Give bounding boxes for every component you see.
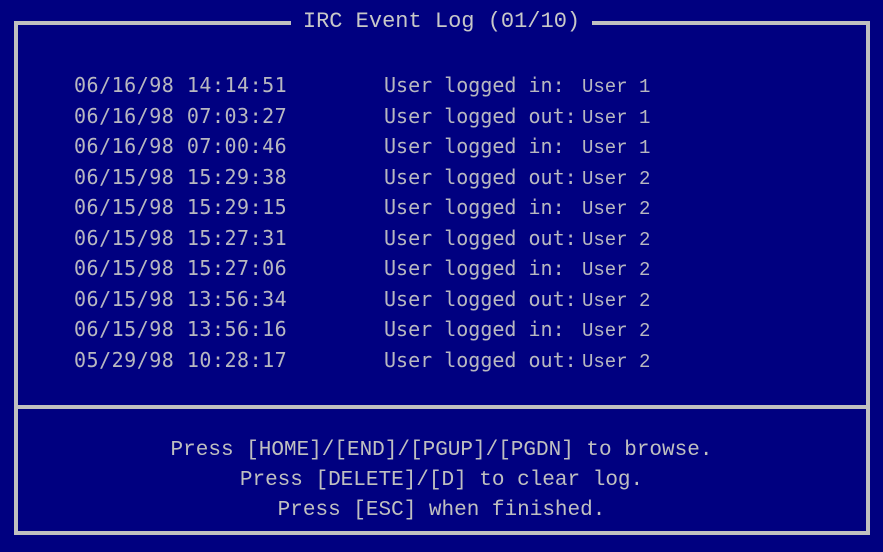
log-user: User 2 (582, 320, 651, 342)
log-timestamp: 06/15/98 15:29:15 (74, 195, 288, 219)
log-user: User 1 (582, 137, 651, 159)
log-entry: 05/29/98 10:28:17 User logged out: User 2 (74, 345, 650, 376)
log-entry: 06/16/98 07:03:27 User logged out: User 1 (74, 101, 650, 132)
log-timestamp: 06/15/98 15:27:31 (74, 225, 288, 250)
log-timestamp: 06/15/98 13:56:16 (74, 317, 288, 341)
log-message: User logged out: (384, 164, 577, 189)
log-user: User 2 (582, 259, 651, 281)
log-user: User 1 (582, 106, 651, 129)
log-entry: 06/15/98 13:56:34 User logged out: User 2 (74, 284, 650, 315)
log-user: User 2 (582, 167, 651, 190)
log-entry: 06/15/98 15:29:38 User logged out: User 2 (74, 162, 650, 193)
log-timestamp: 06/15/98 15:29:38 (74, 164, 288, 189)
log-entry: 06/15/98 15:29:15 User logged in: User 2 (74, 192, 650, 223)
log-user: User 2 (582, 198, 651, 220)
log-message: User logged in: (384, 317, 565, 341)
log-message: User logged in: (384, 134, 565, 158)
log-message: User logged out: (384, 103, 577, 128)
log-user: User 2 (582, 289, 651, 312)
log-message: User logged out: (384, 225, 577, 250)
log-message: User logged out: (384, 347, 577, 372)
log-timestamp: 06/16/98 07:00:46 (74, 134, 288, 158)
event-log-screen: IRC Event Log (01/10) 06/16/98 14:14:51 U… (0, 0, 883, 552)
log-message: User logged in: (384, 256, 565, 280)
help-instructions: Press [HOME]/[END]/[PGUP]/[PGDN] to brow… (0, 436, 883, 526)
log-timestamp: 06/16/98 14:14:51 (74, 73, 288, 97)
help-line-browse: Press [HOME]/[END]/[PGUP]/[PGDN] to brow… (170, 439, 713, 462)
event-log-list[interactable]: 06/16/98 14:14:51 User logged in: User 1 0… (74, 70, 650, 375)
log-message: User logged out: (384, 286, 577, 311)
log-timestamp: 06/15/98 13:56:34 (74, 286, 288, 311)
log-timestamp: 05/29/98 10:28:17 (74, 347, 288, 372)
log-entry: 06/16/98 14:14:51 User logged in: User 1 (74, 70, 650, 101)
log-timestamp: 06/15/98 15:27:06 (74, 256, 288, 280)
log-message: User logged in: (384, 73, 565, 97)
log-entry: 06/16/98 07:00:46 User logged in: User 1 (74, 131, 650, 162)
log-entry: 06/15/98 15:27:31 User logged out: User 2 (74, 223, 650, 254)
log-user: User 2 (582, 350, 651, 373)
log-user: User 1 (582, 76, 651, 98)
help-line-exit: Press [ESC] when finished. (277, 499, 606, 522)
help-line-clear: Press [DELETE]/[D] to clear log. (239, 469, 644, 492)
log-user: User 2 (582, 228, 651, 251)
log-message: User logged in: (384, 195, 565, 219)
log-entry: 06/15/98 13:56:16 User logged in: User 2 (74, 314, 650, 345)
log-timestamp: 06/16/98 07:03:27 (74, 103, 288, 128)
log-entry: 06/15/98 15:27:06 User logged in: User 2 (74, 253, 650, 284)
